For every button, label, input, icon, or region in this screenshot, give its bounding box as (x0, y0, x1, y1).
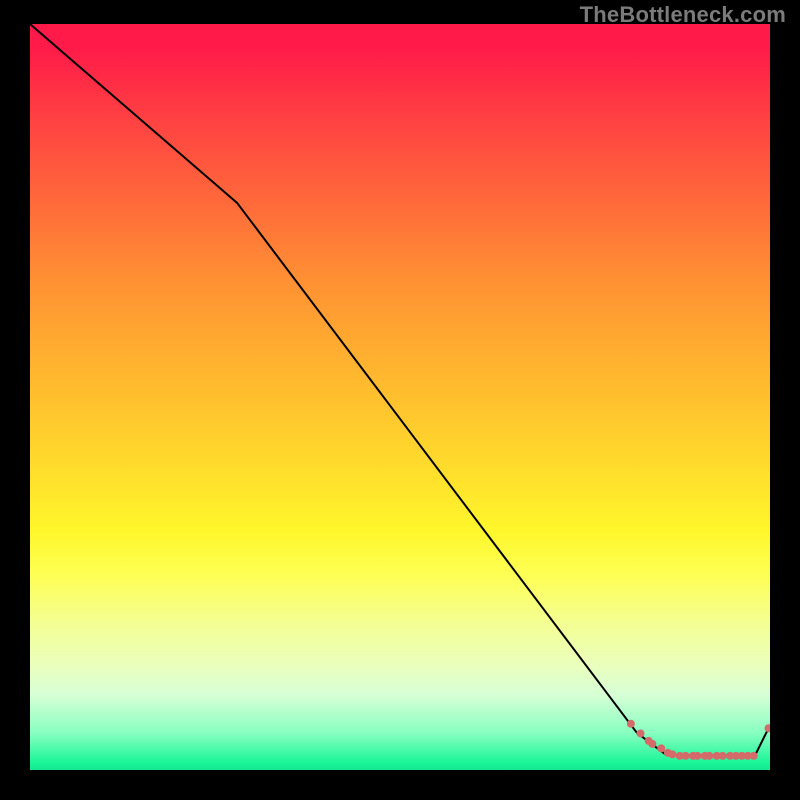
scatter-point (637, 729, 645, 737)
scatter-point (765, 724, 770, 732)
scatter-point (693, 752, 701, 760)
scatter-point (627, 720, 635, 728)
scatter-point (705, 752, 713, 760)
scatter-point (648, 740, 656, 748)
scatter-points (627, 720, 770, 760)
curve-path (30, 24, 770, 755)
scatter-point (682, 752, 690, 760)
curve-line (30, 24, 770, 755)
scatter-point (750, 752, 758, 760)
chart-frame: TheBottleneck.com (0, 0, 800, 800)
scatter-point (657, 744, 665, 752)
scatter-point (719, 752, 727, 760)
chart-overlay (30, 24, 770, 770)
plot-area (30, 24, 770, 770)
scatter-point (668, 750, 676, 758)
